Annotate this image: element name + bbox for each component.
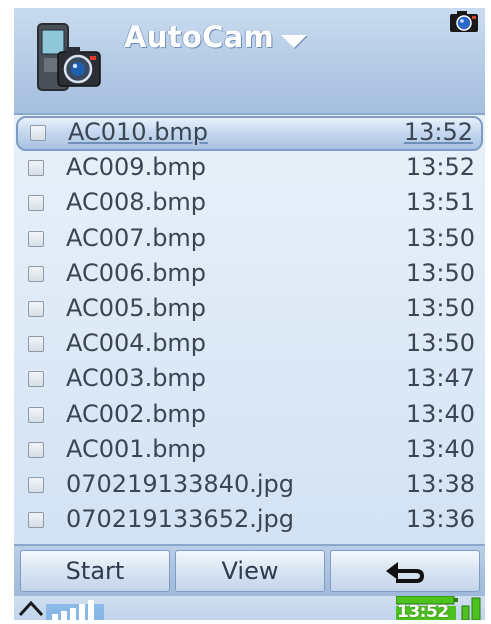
file-list: AC010.bmp 13:52 AC009.bmp 13:52 AC008.bmp 13:…: [14, 116, 485, 538]
file-list-item[interactable]: 070219133840.jpg 13:38: [14, 468, 485, 503]
file-name: AC007.bmp: [66, 223, 207, 252]
file-list-item[interactable]: AC007.bmp 13:50: [14, 222, 485, 257]
status-bar: 13:52: [14, 596, 485, 620]
file-time: 13:50: [405, 293, 475, 322]
file-time: 13:50: [405, 258, 475, 287]
file-checkbox[interactable]: [28, 230, 44, 247]
file-time: 13:36: [405, 505, 475, 534]
file-name: 070219133652.jpg: [66, 505, 294, 534]
file-list-item[interactable]: AC006.bmp 13:50: [14, 257, 485, 292]
file-time: 13:38: [405, 469, 475, 498]
app-title[interactable]: AutoCam: [124, 20, 274, 54]
softkey-bar: Start View: [14, 544, 485, 596]
file-checkbox[interactable]: [28, 441, 44, 458]
phone-screen: AutoCam AC010.bmp 13:52 AC009.bmp 13:52 AC00…: [14, 8, 485, 620]
file-list-item[interactable]: AC010.bmp 13:52: [16, 116, 483, 152]
file-time: 13:50: [405, 329, 475, 358]
file-list-item[interactable]: AC003.bmp 13:47: [14, 362, 485, 397]
file-list-item[interactable]: 070219133652.jpg 13:36: [14, 503, 485, 538]
file-checkbox[interactable]: [28, 300, 44, 317]
file-checkbox[interactable]: [30, 125, 46, 141]
file-name: AC001.bmp: [66, 434, 207, 463]
file-time: 13:50: [405, 223, 475, 252]
app-header: AutoCam: [14, 8, 485, 115]
file-list-item[interactable]: AC005.bmp 13:50: [14, 292, 485, 327]
file-checkbox[interactable]: [28, 160, 44, 177]
file-name: AC005.bmp: [66, 293, 207, 322]
file-list-item[interactable]: AC001.bmp 13:40: [14, 433, 485, 468]
file-time: 13:40: [405, 434, 475, 463]
file-list-item[interactable]: AC009.bmp 13:52: [14, 151, 485, 186]
chevron-up-icon[interactable]: [18, 599, 44, 619]
file-name: AC002.bmp: [66, 399, 207, 428]
file-checkbox[interactable]: [28, 512, 44, 529]
file-list-item[interactable]: AC004.bmp 13:50: [14, 327, 485, 362]
file-name: AC004.bmp: [66, 329, 207, 358]
signal-strength-icon: [46, 600, 104, 620]
file-time: 13:51: [405, 188, 475, 217]
file-name: AC010.bmp: [68, 118, 209, 146]
file-checkbox[interactable]: [28, 336, 44, 353]
back-button[interactable]: [330, 550, 480, 592]
file-checkbox[interactable]: [28, 265, 44, 282]
file-checkbox[interactable]: [28, 406, 44, 423]
file-checkbox[interactable]: [28, 195, 44, 212]
title-dropdown-icon[interactable]: [281, 35, 307, 48]
file-checkbox[interactable]: [28, 371, 44, 388]
file-name: AC006.bmp: [66, 258, 207, 287]
start-button[interactable]: Start: [20, 550, 170, 592]
back-arrow-icon: [386, 562, 425, 583]
file-time: 13:40: [405, 399, 475, 428]
file-name: AC008.bmp: [66, 188, 207, 217]
file-checkbox[interactable]: [28, 476, 44, 493]
camera-indicator-icon: [450, 11, 478, 32]
file-name: 070219133840.jpg: [66, 469, 294, 498]
camera-phone-icon: [37, 23, 101, 91]
file-list-item[interactable]: AC002.bmp 13:40: [14, 398, 485, 433]
file-time: 13:47: [405, 364, 475, 393]
file-name: AC009.bmp: [66, 153, 207, 182]
file-name: AC003.bmp: [66, 364, 207, 393]
file-time: 13:52: [405, 153, 475, 182]
file-list-item[interactable]: AC008.bmp 13:51: [14, 186, 485, 221]
status-clock: 13:52: [397, 602, 449, 620]
file-time: 13:52: [403, 118, 473, 146]
view-button[interactable]: View: [175, 550, 325, 592]
